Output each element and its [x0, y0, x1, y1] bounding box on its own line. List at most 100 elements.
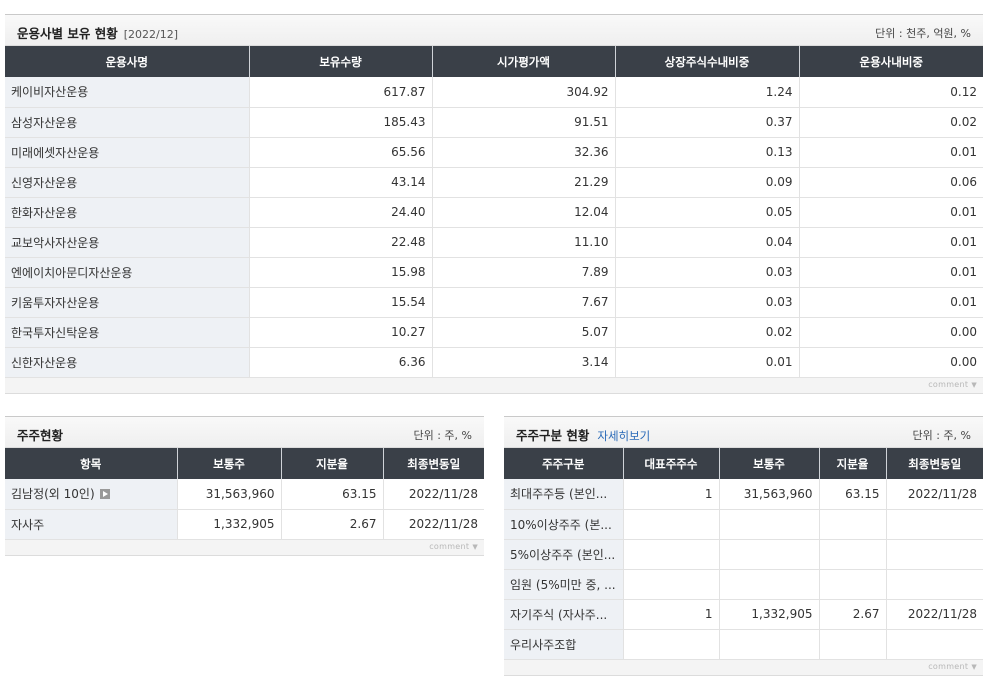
- table-cell: 65.56: [249, 137, 433, 168]
- column-header: 최종변동일: [886, 448, 983, 479]
- cell-text: 한화자산운용: [11, 205, 78, 220]
- shareholders-header: 주주현황 단위 : 주, %: [5, 416, 484, 448]
- table-cell: 12.04: [432, 197, 616, 228]
- comment-label: comment: [429, 541, 470, 551]
- table-cell: 24.40: [249, 197, 433, 228]
- row-label: 신한자산운용: [5, 347, 250, 378]
- cell-text: 0.37: [765, 115, 793, 129]
- table-cell: 2022/11/28: [383, 509, 484, 540]
- row-label: 임원 (5%미만 중, ...: [504, 569, 624, 600]
- cell-text: 키움투자자산운용: [11, 295, 100, 310]
- cell-text: 0.03: [765, 265, 793, 279]
- table-cell: 5.07: [432, 317, 616, 348]
- table-cell: 0.02: [615, 317, 800, 348]
- row-label: 자기주식 (자사주...: [504, 599, 624, 630]
- table-cell: 0.13: [615, 137, 800, 168]
- table-row: 5%이상주주 (본인...: [504, 539, 983, 570]
- view-details-link[interactable]: 자세히보기: [597, 429, 650, 443]
- table-cell: 0.09: [615, 167, 800, 198]
- row-label[interactable]: 김남정(외 10인): [5, 479, 178, 510]
- table-row: 엔에이치아문디자산운용 15.98 7.89 0.03 0.01: [5, 257, 983, 288]
- shareholder-type-header: 주주구분 현황 자세히보기 단위 : 주, %: [504, 416, 983, 448]
- table-cell: 43.14: [249, 167, 433, 198]
- table-cell: 0.06: [799, 167, 983, 198]
- cell-text: 최대주주등 (본인...: [510, 487, 608, 502]
- cell-text: 2022/11/28: [408, 486, 478, 501]
- column-header: 상장주식수내비중: [615, 46, 800, 77]
- table-cell: 11.10: [432, 227, 616, 258]
- table-cell: 7.89: [432, 257, 616, 288]
- table-row: 교보악사자산운용 22.48 11.10 0.04 0.01: [5, 227, 983, 258]
- table-cell: [886, 629, 983, 660]
- shareholder-type-unit: 단위 : 주, %: [912, 429, 971, 442]
- table-row: 임원 (5%미만 중, ...: [504, 569, 983, 600]
- cell-text: 21.29: [574, 175, 609, 189]
- comment-button[interactable]: comment ▼: [928, 662, 977, 671]
- fund-holdings-unit: 단위 : 천주, 억원, %: [875, 27, 971, 40]
- cell-text: 65.56: [391, 145, 426, 159]
- expand-arrow-icon[interactable]: [99, 489, 110, 500]
- cell-text: 0.00: [950, 325, 977, 339]
- cell-text: 1,332,905: [213, 517, 275, 531]
- comment-button[interactable]: comment ▼: [928, 380, 977, 389]
- cell-text: 임원 (5%미만 중, ...: [510, 577, 616, 592]
- column-header: 대표주주수: [623, 448, 720, 479]
- table-cell: 1,332,905: [177, 509, 282, 540]
- cell-text: 0.01: [950, 205, 977, 219]
- table-cell: 22.48: [249, 227, 433, 258]
- cell-text: 22.48: [391, 235, 426, 249]
- cell-text: 우리사주조합: [510, 637, 577, 652]
- table-row: 신영자산운용 43.14 21.29 0.09 0.06: [5, 167, 983, 198]
- table-cell: [623, 629, 720, 660]
- table-cell: 21.29: [432, 167, 616, 198]
- row-label: 교보악사자산운용: [5, 227, 250, 258]
- table-cell: [819, 569, 887, 600]
- fund-holdings-title: 운용사별 보유 현황 [2022/12]: [17, 23, 178, 42]
- table-cell: 0.03: [615, 257, 800, 288]
- cell-text: 7.67: [581, 295, 609, 309]
- cell-text: 7.89: [581, 265, 609, 279]
- cell-text: 43.14: [391, 175, 426, 189]
- table-cell: 91.51: [432, 107, 616, 138]
- table-cell: 63.15: [819, 479, 887, 510]
- fund-holdings-table: 운용사명 보유수량 시가평가액 상장주식수내비중 운용사내비중 케이비자산운용 617.8…: [5, 46, 983, 378]
- cell-text: 0.05: [765, 205, 793, 219]
- cell-text: 0.04: [765, 235, 793, 249]
- cell-text: 6.36: [398, 355, 426, 369]
- table-cell: 0.02: [799, 107, 983, 138]
- cell-text: 1: [704, 486, 713, 501]
- table-row: 10%이상주주 (본...: [504, 509, 983, 540]
- table-cell: 0.01: [799, 287, 983, 318]
- comment-button[interactable]: comment ▼: [429, 542, 478, 551]
- chevron-down-icon: ▼: [971, 662, 977, 671]
- table-cell: 304.92: [432, 77, 616, 108]
- table-cell: 0.01: [799, 137, 983, 168]
- column-header: 항목: [5, 448, 178, 479]
- table-cell: [719, 509, 820, 540]
- cell-text: 신영자산운용: [11, 175, 78, 190]
- table-row: 우리사주조합: [504, 629, 983, 660]
- column-header: 주주구분: [504, 448, 624, 479]
- row-label: 신영자산운용: [5, 167, 250, 198]
- table-cell: 3.14: [432, 347, 616, 378]
- table-cell: [623, 569, 720, 600]
- cell-text: 32.36: [574, 145, 609, 159]
- cell-text: 자기주식 (자사주...: [510, 607, 608, 622]
- table-cell: 63.15: [281, 479, 384, 510]
- table-cell: [886, 569, 983, 600]
- table-cell: [719, 569, 820, 600]
- column-header: 시가평가액: [432, 46, 616, 77]
- table-cell: 0.12: [799, 77, 983, 108]
- table-cell: 10.27: [249, 317, 433, 348]
- table-row: 키움투자자산운용 15.54 7.67 0.03 0.01: [5, 287, 983, 318]
- table-cell: [819, 629, 887, 660]
- cell-text: 0.01: [950, 265, 977, 279]
- table-cell: 6.36: [249, 347, 433, 378]
- cell-text: 0.06: [950, 175, 977, 189]
- shareholders-section: 주주현황 단위 : 주, % 항목 보통주 지분율 최종변동일 김남정(외 10인) 3…: [5, 416, 484, 556]
- shareholder-type-title: 주주구분 현황 자세히보기: [516, 425, 650, 444]
- table-row: 김남정(외 10인) 31,563,960 63.15 2022/11/28: [5, 479, 484, 510]
- shareholders-title: 주주현황: [17, 428, 64, 443]
- row-label: 삼성자산운용: [5, 107, 250, 138]
- table-cell: 0.37: [615, 107, 800, 138]
